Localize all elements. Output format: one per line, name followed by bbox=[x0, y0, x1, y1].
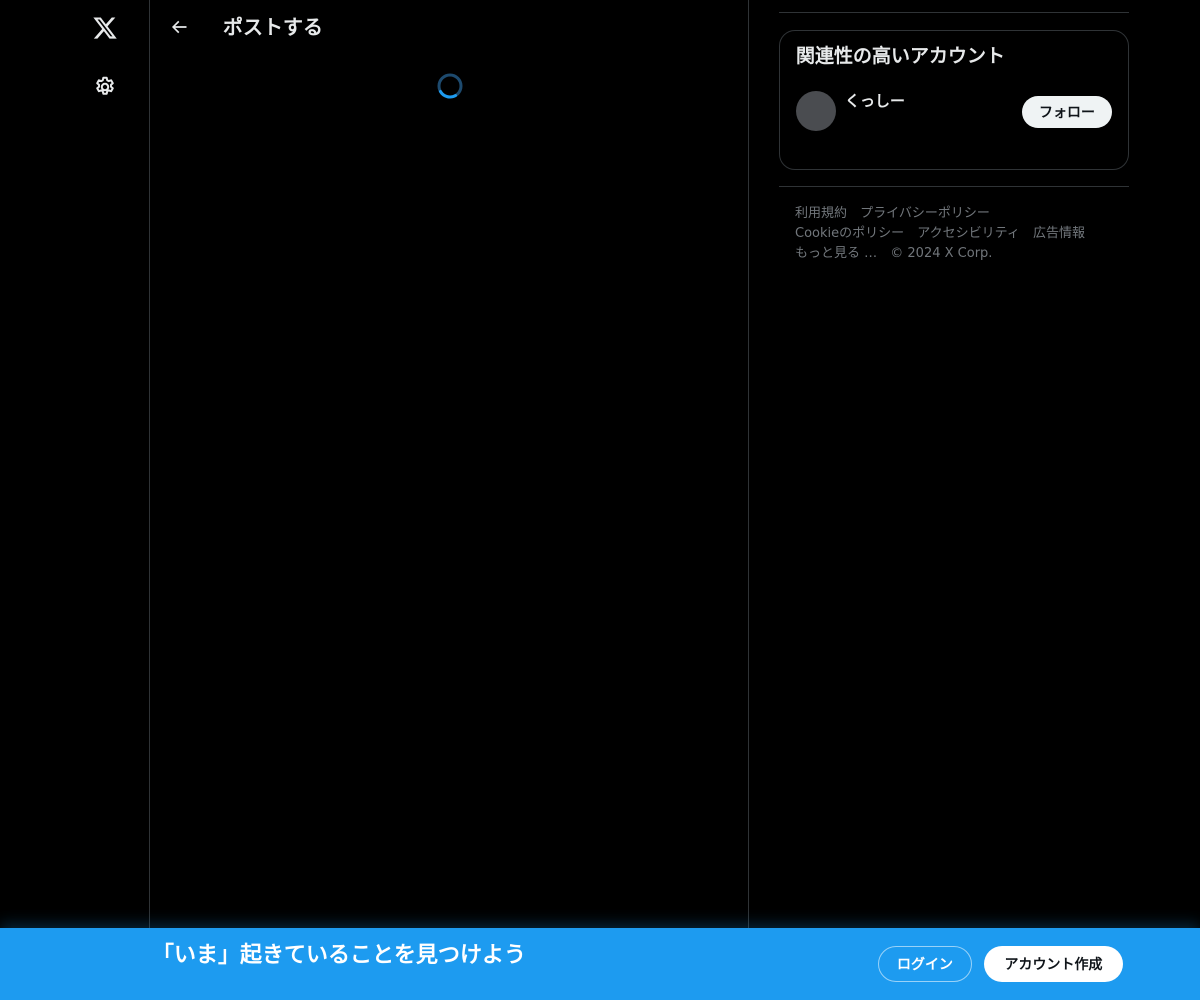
footer-link-accessibility[interactable]: アクセシビリティ bbox=[917, 226, 1020, 241]
footer-links: 利用規約 プライバシーポリシー Cookieのポリシー アクセシビリティ 広告情… bbox=[795, 204, 1115, 264]
footer-link-ads[interactable]: 広告情報 bbox=[1033, 226, 1085, 241]
gear-icon[interactable] bbox=[84, 66, 126, 108]
footer-link-privacy[interactable]: プライバシーポリシー bbox=[860, 206, 990, 221]
login-button[interactable]: ログイン bbox=[878, 946, 972, 982]
banner-headline: 「いま」起きていることを見つけよう bbox=[152, 943, 527, 968]
page-title: ポストする bbox=[223, 15, 323, 39]
main-header: ポストする bbox=[150, 0, 748, 53]
signup-banner: 「いま」起きていることを見つけよう ログイン アカウント作成 bbox=[0, 928, 1200, 1000]
left-nav bbox=[0, 0, 149, 928]
footer-link-cookie[interactable]: Cookieのポリシー bbox=[795, 226, 904, 241]
follow-button[interactable]: フォロー bbox=[1022, 96, 1112, 128]
arrow-left-icon[interactable] bbox=[162, 10, 196, 44]
related-accounts-card: 関連性の高いアカウント くっしー フォロー bbox=[779, 30, 1129, 170]
account-name[interactable]: くっしー bbox=[845, 91, 905, 111]
divider bbox=[779, 186, 1129, 187]
x-logo-icon[interactable] bbox=[84, 7, 126, 49]
card-title: 関連性の高いアカウント bbox=[796, 45, 1006, 67]
page: ポストする 関連性の高いアカウント くっしー フォロー 利用規約 プライバシーポ… bbox=[0, 0, 1200, 1000]
copyright: © 2024 X Corp. bbox=[890, 246, 993, 261]
create-account-button[interactable]: アカウント作成 bbox=[984, 946, 1123, 982]
footer-link-more[interactable]: もっと見る … bbox=[795, 246, 877, 261]
footer-link-terms[interactable]: 利用規約 bbox=[795, 206, 847, 221]
account-row[interactable]: くっしー フォロー bbox=[796, 91, 1112, 133]
divider bbox=[779, 12, 1129, 13]
main-column: ポストする bbox=[149, 0, 749, 928]
avatar[interactable] bbox=[796, 91, 836, 131]
spinner-icon bbox=[437, 73, 463, 99]
